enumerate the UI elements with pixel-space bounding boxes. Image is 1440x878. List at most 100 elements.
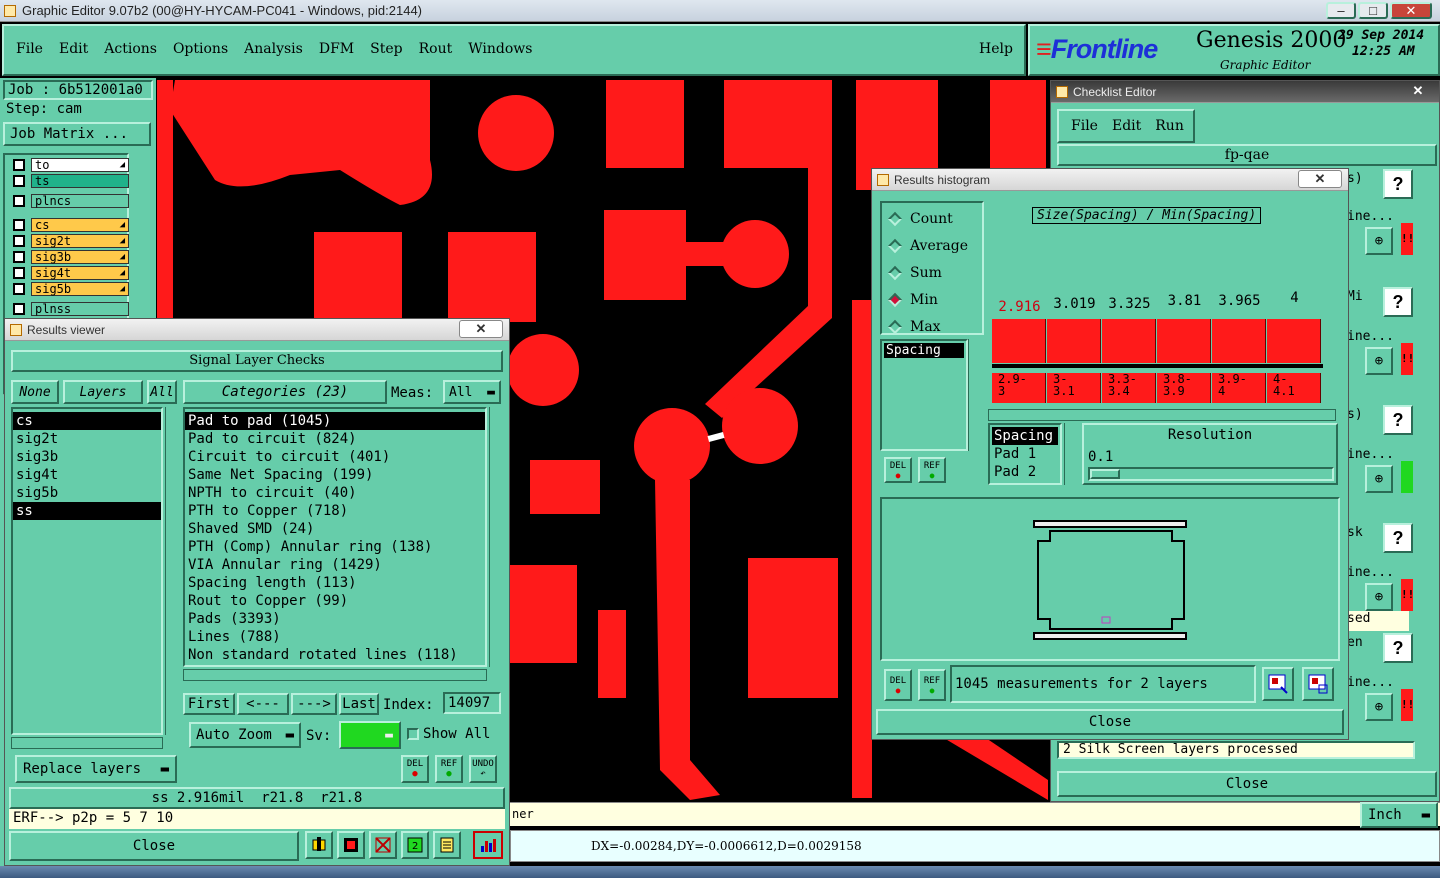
histogram-bar[interactable] <box>1267 319 1321 363</box>
layer-row-plnss[interactable]: plnss <box>9 301 129 316</box>
category-list-item[interactable]: Pads (3393) <box>185 610 485 628</box>
units-dropdown[interactable]: Inch ▬ <box>1360 802 1438 828</box>
layer-name[interactable]: plnss <box>31 301 129 316</box>
ref-button[interactable]: REF ● <box>435 755 463 783</box>
close-icon[interactable]: ✕ <box>1298 170 1342 188</box>
export-icon-2[interactable] <box>1302 667 1334 701</box>
histogram-bar[interactable] <box>1157 319 1211 363</box>
layer-row-sig4t[interactable]: sig4t ◢ <box>9 265 129 280</box>
undo-button[interactable]: UNDO ↶ <box>469 755 497 783</box>
mode-radio-sum[interactable]: Sum <box>886 259 978 286</box>
none-button[interactable]: None <box>11 380 59 404</box>
tool-icon-4[interactable]: 2 <box>401 831 429 859</box>
layer-row-sig3b[interactable]: sig3b ◢ <box>9 249 129 264</box>
sv-color-dropdown[interactable]: ▬ <box>339 721 401 749</box>
zoom-icon[interactable]: ⊕ <box>1365 693 1393 721</box>
histogram-bar[interactable] <box>1102 319 1156 363</box>
category-list-item[interactable]: NPTH to circuit (40) <box>185 484 485 502</box>
layer-list-item[interactable]: cs <box>13 412 161 430</box>
help-button[interactable]: ? <box>1383 633 1413 663</box>
menu-edit[interactable]: Edit <box>59 41 88 57</box>
summary-del-button[interactable]: DEL ● <box>884 669 912 701</box>
summary-ref-button[interactable]: REF ● <box>918 669 946 701</box>
layer-name[interactable]: plncs <box>31 193 129 208</box>
tool-icon-1[interactable] <box>305 831 333 859</box>
layer-name[interactable]: to <box>31 157 129 172</box>
replace-layers-dropdown[interactable]: Replace layers ▬ <box>15 755 177 783</box>
tool-icon-2[interactable] <box>337 831 365 859</box>
histogram-bar[interactable] <box>1047 319 1101 363</box>
category-list-item[interactable]: Rout to Copper (99) <box>185 592 485 610</box>
menu-rout[interactable]: Rout <box>419 41 453 57</box>
resolution-slider[interactable] <box>1088 467 1334 481</box>
measure-list[interactable]: Spacing <box>880 339 968 451</box>
measurement-field-item[interactable]: Pad 2 <box>992 463 1058 481</box>
help-menu[interactable]: Help <box>979 41 1013 57</box>
zoom-icon[interactable]: ⊕ <box>1365 347 1393 375</box>
layers-list[interactable]: cs sig2t sig3b sig4t sig5b ss <box>11 407 163 735</box>
hist-del-button[interactable]: DEL ● <box>884 457 912 483</box>
maximize-button[interactable]: □ <box>1358 2 1388 19</box>
all-button[interactable]: All <box>147 380 177 404</box>
category-list-item[interactable]: PTH (Comp) Annular ring (138) <box>185 538 485 556</box>
export-icon-1[interactable] <box>1262 667 1294 701</box>
histogram-close-button[interactable]: Close <box>876 709 1344 735</box>
job-matrix-button[interactable]: Job Matrix ... <box>3 122 151 146</box>
menu-dfm[interactable]: DFM <box>319 41 354 57</box>
close-icon[interactable]: ✕ <box>1403 82 1433 100</box>
categories-hscroll[interactable] <box>183 669 487 681</box>
layer-checkbox[interactable] <box>13 266 25 279</box>
help-button[interactable]: ? <box>1383 405 1413 435</box>
layer-name[interactable]: ts <box>31 173 129 188</box>
checklist-menu-edit[interactable]: Edit <box>1112 118 1141 134</box>
categories-scrollbar[interactable] <box>489 407 503 667</box>
close-window-button[interactable]: ✕ <box>1390 2 1432 19</box>
categories-button[interactable]: Categories (23) <box>183 380 387 404</box>
layers-scrollbar[interactable] <box>165 407 179 735</box>
category-list-item[interactable]: Lines (788) <box>185 628 485 646</box>
fields-scrollbar[interactable] <box>1064 423 1078 485</box>
help-button[interactable]: ? <box>1383 287 1413 317</box>
category-list-item[interactable]: Spacing length (113) <box>185 574 485 592</box>
tool-icon-5[interactable] <box>433 831 461 859</box>
minimize-button[interactable]: – <box>1326 2 1356 19</box>
chart-hscroll[interactable] <box>988 409 1336 421</box>
zoom-icon[interactable]: ⊕ <box>1365 465 1393 493</box>
layer-name[interactable]: sig3b <box>31 249 129 264</box>
menu-actions[interactable]: Actions <box>104 41 157 57</box>
histogram-icon[interactable] <box>473 831 503 859</box>
zoom-icon[interactable]: ⊕ <box>1365 227 1393 255</box>
measurement-field-item[interactable]: Pad 1 <box>992 445 1058 463</box>
hist-ref-button[interactable]: REF ● <box>918 457 946 483</box>
measure-list-item[interactable]: Spacing <box>884 343 964 358</box>
meas-dropdown[interactable]: All ▬ <box>443 380 501 404</box>
layer-checkbox[interactable] <box>13 302 25 315</box>
first-button[interactable]: First <box>183 693 235 715</box>
mode-radio-min[interactable]: Min <box>886 286 978 313</box>
next-button[interactable]: ---> <box>291 693 337 715</box>
menu-windows[interactable]: Windows <box>468 41 532 57</box>
category-list-item[interactable]: PTH to Copper (718) <box>185 502 485 520</box>
zoom-icon[interactable]: ⊕ <box>1365 583 1393 611</box>
category-list-item[interactable]: Non standard rotated lines (118) <box>185 646 485 664</box>
checklist-menu-run[interactable]: Run <box>1155 118 1184 134</box>
del-button[interactable]: DEL ● <box>401 755 429 783</box>
layer-checkbox[interactable] <box>13 234 25 247</box>
layer-list-item[interactable]: sig2t <box>13 430 161 448</box>
layer-checkbox[interactable] <box>13 158 25 171</box>
layer-list-item[interactable]: ss <box>13 502 161 520</box>
index-input[interactable]: 14097 <box>443 692 501 714</box>
measurement-field-item[interactable]: Spacing <box>992 427 1058 445</box>
auto-zoom-dropdown[interactable]: Auto Zoom ▬ <box>189 722 301 748</box>
layer-row-cs[interactable]: cs ◢ <box>9 217 129 232</box>
slider-thumb[interactable] <box>1090 469 1120 479</box>
layer-row-plncs[interactable]: plncs <box>9 193 129 208</box>
help-button[interactable]: ? <box>1383 169 1413 199</box>
layer-checkbox[interactable] <box>13 250 25 263</box>
close-icon[interactable]: ✕ <box>459 320 503 338</box>
layer-checkbox[interactable] <box>13 174 25 187</box>
menu-file[interactable]: File <box>16 41 43 57</box>
mode-radio-count[interactable]: Count <box>886 205 978 232</box>
layer-row-sig5b[interactable]: sig5b ◢ <box>9 281 129 296</box>
category-list-item[interactable]: Pad to circuit (824) <box>185 430 485 448</box>
